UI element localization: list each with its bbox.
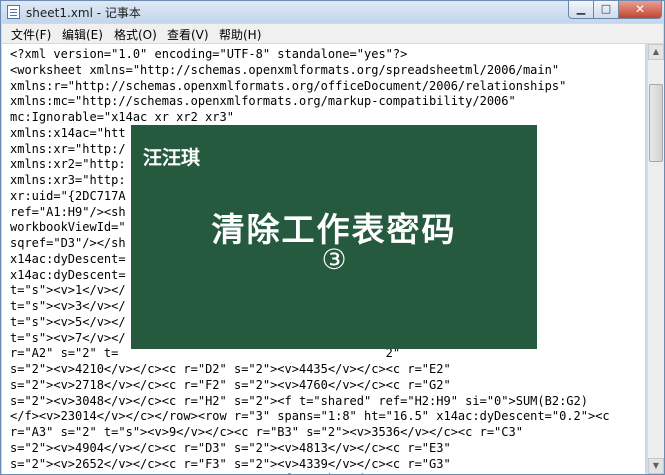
scroll-thumb[interactable]	[649, 84, 663, 162]
text-line: xr:uid="{2DC717A	[10, 188, 126, 203]
text-line: t="s"><v>1</v></	[10, 283, 126, 298]
text-line: s="2"><v>4904</v></c><c r="D3" s="2"><v>…	[10, 440, 451, 455]
text-line: s="2"><v>3048</v></c><c r="H2" s="2"><f …	[10, 393, 588, 408]
menu-edit[interactable]: 编辑(E)	[62, 26, 103, 43]
close-button[interactable]: ✕	[618, 1, 662, 19]
menu-view[interactable]: 查看(V)	[167, 26, 209, 43]
notepad-icon	[7, 5, 20, 19]
text-line: s="2"><v>4210</v></c><c r="D2" s="2"><v>…	[10, 362, 451, 376]
text-line: x14ac:dyDescent=	[10, 251, 126, 266]
text-line: mc:Ignorable="x14ac xr xr2 xr3"	[10, 110, 234, 124]
notepad-window: sheet1.xml - 记事本 ▁ □ ✕ 文件(F) 编辑(E) 格式(O)…	[0, 0, 665, 475]
maximize-button[interactable]: □	[593, 1, 619, 19]
text-line: </f><v>23014</v></c></row><row r="3" spa…	[10, 409, 610, 424]
menu-file[interactable]: 文件(F)	[11, 26, 51, 43]
text-line: s="2"><v>2718</v></c><c r="F2" s="2"><v>…	[10, 377, 451, 392]
text-line: t="s"><v>3</v></	[10, 299, 126, 313]
text-line: <worksheet xmlns="http://schemas.openxml…	[10, 62, 560, 77]
menu-bar: 文件(F) 编辑(E) 格式(O) 查看(V) 帮助(H)	[2, 24, 663, 44]
text-line: <?xml version="1.0" encoding="UTF-8" sta…	[10, 47, 408, 61]
episode-number: ③	[321, 243, 347, 276]
text-line: r="A3" s="2" t="s"><v>9</v></c><c r="B3"…	[10, 425, 523, 439]
window-title: sheet1.xml - 记事本	[26, 6, 141, 20]
minimize-button[interactable]: ▁	[568, 1, 594, 19]
scroll-up-arrow-icon[interactable]: ▲	[648, 44, 664, 60]
text-line: t="s"><v>5</v></	[10, 314, 126, 329]
scroll-down-arrow-icon[interactable]: ▼	[648, 458, 664, 474]
title-overlay: 汪汪琪 清除工作表密码 ③	[131, 125, 537, 349]
vertical-scrollbar[interactable]: ▲ ▼	[647, 44, 664, 474]
text-line: s="2"><v>2664</v></c><c r="H3" s="2"><f …	[10, 472, 371, 474]
text-line: xmlns:r="http://schemas.openxmlformats.o…	[10, 78, 567, 93]
menu-help[interactable]: 帮助(H)	[219, 26, 261, 43]
menu-format[interactable]: 格式(O)	[114, 26, 157, 43]
text-line: xmlns:mc="http://schemas.openxmlformats.…	[10, 94, 516, 109]
text-line: workbookViewId="	[10, 220, 126, 235]
text-line: s="2"><v>2652</v></c><c r="F3" s="2"><v>…	[10, 456, 451, 471]
title-bar[interactable]: sheet1.xml - 记事本 ▁ □ ✕	[1, 1, 664, 23]
author-name: 汪汪琪	[143, 147, 201, 169]
